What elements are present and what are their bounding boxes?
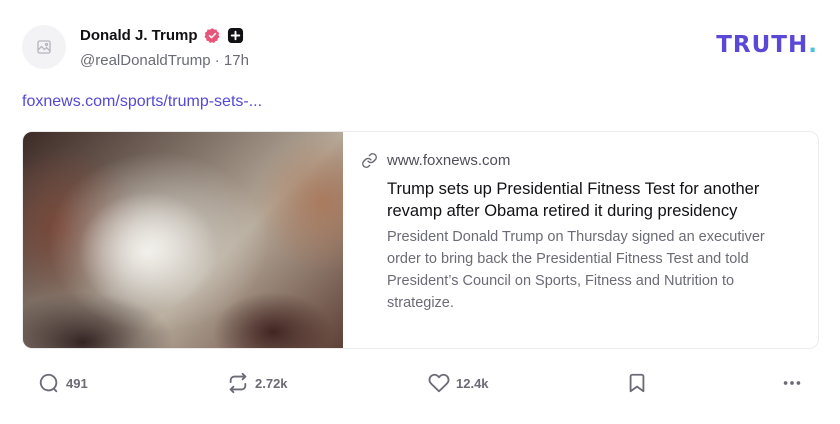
card-domain: www.foxnews.com [387, 151, 511, 169]
author-display-name[interactable]: Donald J. Trump [80, 27, 198, 44]
reply-count: 491 [66, 375, 88, 391]
reply-button[interactable]: 491 [38, 372, 88, 394]
more-options-button[interactable] [781, 372, 803, 394]
card-description: President Donald Trump on Thursday signe… [387, 229, 765, 311]
card-domain-row: www.foxnews.com [361, 150, 801, 170]
more-horizontal-icon [783, 381, 801, 385]
post-link[interactable]: foxnews.com/sports/trump-sets-... [22, 93, 262, 111]
author-handle[interactable]: @realDonaldTrump [80, 52, 211, 69]
post-time[interactable]: 17h [224, 52, 249, 69]
bookmark-button[interactable] [626, 372, 648, 394]
link-icon [362, 152, 377, 168]
logo-text: TRUTH [716, 32, 809, 58]
card-thumbnail-image [23, 132, 343, 348]
like-button[interactable]: 12.4k [428, 372, 489, 394]
post-actions-bar: 491 2.72k 12.4k [0, 370, 840, 400]
author-handle-row: @realDonaldTrump · 17h [80, 52, 249, 69]
card-title: Trump sets up Presidential Fitness Test … [387, 180, 760, 220]
avatar[interactable] [22, 25, 66, 69]
post-header: Donald J. Trump @realDonaldTrump · 17h T… [22, 22, 818, 74]
logo-dot: . [808, 32, 818, 58]
image-placeholder-icon [37, 40, 51, 54]
retruth-count: 2.72k [255, 375, 288, 391]
like-count: 12.4k [456, 375, 489, 391]
bookmark-icon [629, 373, 645, 393]
card-body: www.foxnews.com Trump sets up Presidenti… [361, 150, 801, 314]
retruth-button[interactable]: 2.72k [227, 372, 288, 394]
repost-icon [229, 372, 247, 394]
comment-icon [39, 373, 58, 393]
truth-logo[interactable]: TRUTH. [716, 32, 818, 58]
verified-badge-icon [204, 27, 219, 43]
meta-separator: · [214, 52, 220, 69]
link-preview-card[interactable]: www.foxnews.com Trump sets up Presidenti… [22, 131, 819, 349]
plus-badge-icon [227, 27, 243, 43]
heart-icon [428, 373, 450, 393]
author-name-row: Donald J. Trump [80, 25, 244, 45]
